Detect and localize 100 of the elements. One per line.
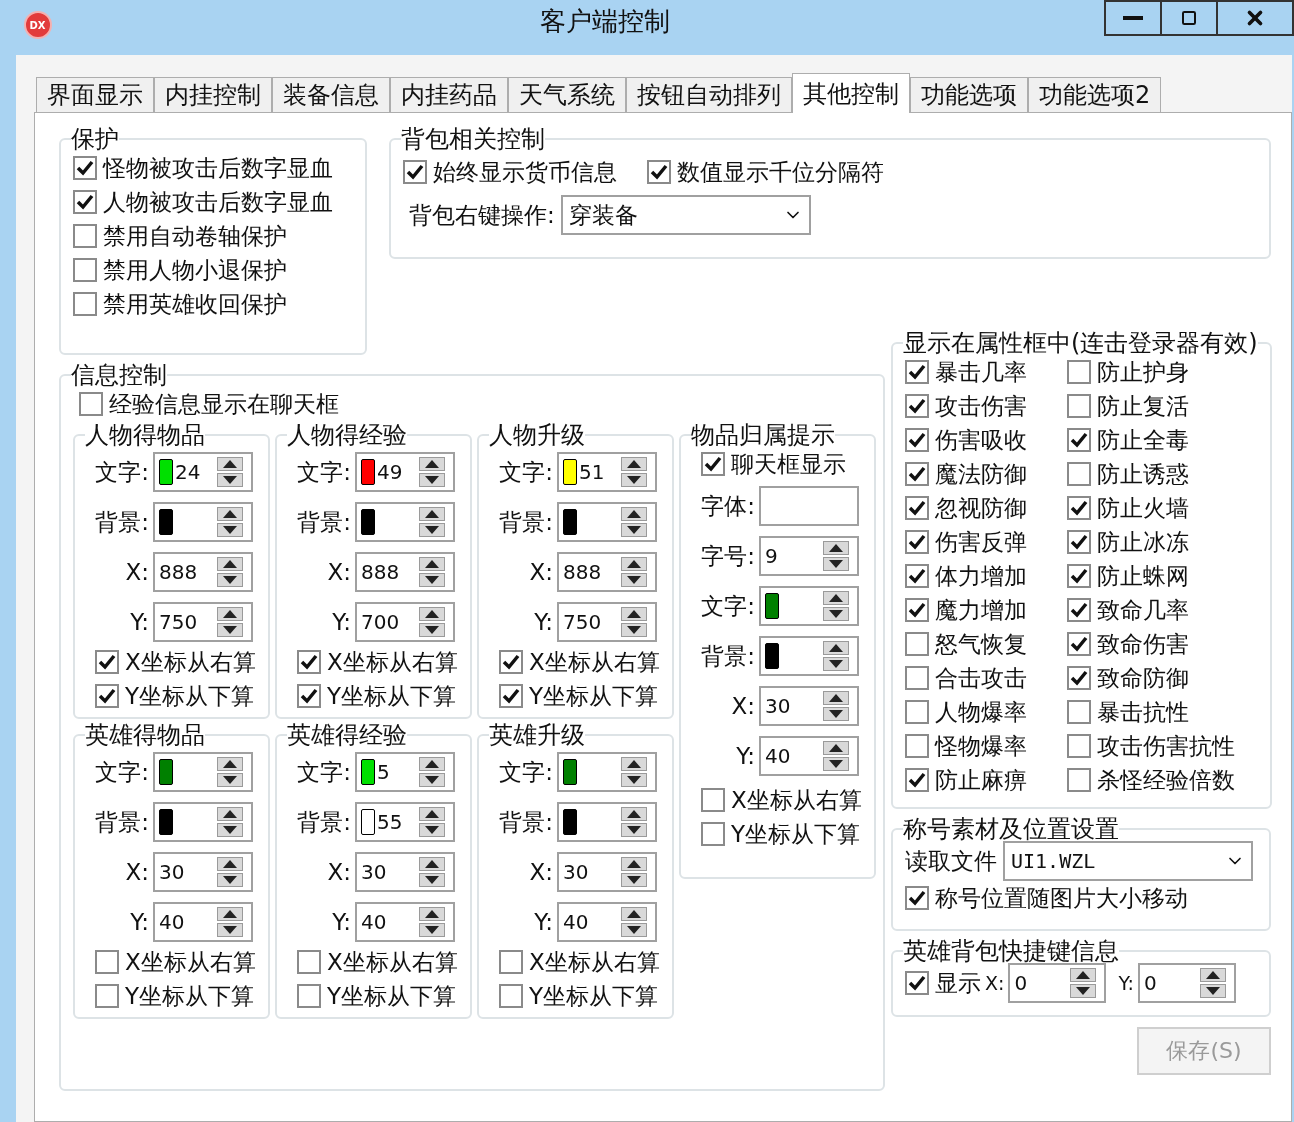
spin-field[interactable]: 888 <box>557 552 657 592</box>
spin-up-button[interactable] <box>621 807 647 821</box>
checkbox[interactable] <box>905 666 929 690</box>
spin-field[interactable]: 24 <box>153 452 253 492</box>
spin-field[interactable] <box>759 586 859 626</box>
checkbox[interactable] <box>701 452 725 476</box>
checkbox[interactable] <box>297 984 321 1008</box>
checkbox[interactable] <box>403 160 427 184</box>
tab[interactable]: 其他控制 <box>792 73 910 113</box>
spin-up-button[interactable] <box>217 857 243 871</box>
spin-up-button[interactable] <box>823 741 849 755</box>
checkbox[interactable] <box>95 684 119 708</box>
checkbox[interactable] <box>1067 428 1091 452</box>
checkbox[interactable] <box>499 984 523 1008</box>
spin-up-button[interactable] <box>419 757 445 771</box>
spin-up-button[interactable] <box>823 591 849 605</box>
spin-down-button[interactable] <box>621 623 647 637</box>
spin-up-button[interactable] <box>217 757 243 771</box>
checkbox[interactable] <box>1067 360 1091 384</box>
spin-down-button[interactable] <box>419 523 445 537</box>
spin-down-button[interactable] <box>419 823 445 837</box>
checkbox[interactable] <box>905 971 929 995</box>
spin-field[interactable]: 49 <box>355 452 455 492</box>
spin-up-button[interactable] <box>419 807 445 821</box>
spin-field[interactable] <box>557 752 657 792</box>
tab[interactable]: 内挂药品 <box>390 77 508 112</box>
spin-up-button[interactable] <box>621 757 647 771</box>
dropdown[interactable]: UI1.WZL <box>1003 841 1253 881</box>
checkbox[interactable] <box>905 768 929 792</box>
spin-field[interactable]: 5 <box>355 752 455 792</box>
tab[interactable]: 功能选项2 <box>1028 77 1162 112</box>
spin-down-button[interactable] <box>621 473 647 487</box>
spin-field[interactable]: 0 <box>1137 963 1236 1003</box>
checkbox[interactable] <box>1067 700 1091 724</box>
spin-down-button[interactable] <box>621 923 647 937</box>
checkbox[interactable] <box>1067 462 1091 486</box>
spin-field[interactable]: 51 <box>557 452 657 492</box>
checkbox[interactable] <box>1067 598 1091 622</box>
spin-field[interactable]: 750 <box>557 602 657 642</box>
spin-field[interactable]: 700 <box>355 602 455 642</box>
spin-down-button[interactable] <box>217 873 243 887</box>
spin-field[interactable] <box>557 802 657 842</box>
spin-up-button[interactable] <box>1070 968 1097 982</box>
checkbox[interactable] <box>701 788 725 812</box>
tab[interactable]: 界面显示 <box>36 77 154 112</box>
spin-down-button[interactable] <box>823 657 849 671</box>
spin-field[interactable] <box>557 502 657 542</box>
checkbox[interactable] <box>905 598 929 622</box>
spin-down-button[interactable] <box>419 473 445 487</box>
spin-up-button[interactable] <box>419 607 445 621</box>
checkbox[interactable] <box>79 392 103 416</box>
spin-down-button[interactable] <box>419 573 445 587</box>
dropdown[interactable]: 穿装备 <box>560 195 811 235</box>
spin-field[interactable]: 30 <box>153 852 253 892</box>
spin-down-button[interactable] <box>217 523 243 537</box>
checkbox[interactable] <box>73 224 97 248</box>
spin-down-button[interactable] <box>621 523 647 537</box>
spin-field[interactable] <box>153 502 253 542</box>
spin-up-button[interactable] <box>217 557 243 571</box>
spin-up-button[interactable] <box>823 691 849 705</box>
checkbox[interactable] <box>95 950 119 974</box>
spin-field[interactable]: 888 <box>355 552 455 592</box>
spin-down-button[interactable] <box>1199 984 1226 998</box>
spin-up-button[interactable] <box>621 607 647 621</box>
spin-up-button[interactable] <box>217 457 243 471</box>
spin-up-button[interactable] <box>419 907 445 921</box>
tab[interactable]: 装备信息 <box>272 77 390 112</box>
spin-down-button[interactable] <box>621 823 647 837</box>
checkbox[interactable] <box>73 190 97 214</box>
spin-up-button[interactable] <box>217 607 243 621</box>
checkbox[interactable] <box>1067 394 1091 418</box>
spin-field[interactable]: 30 <box>759 686 859 726</box>
spin-field[interactable]: 888 <box>153 552 253 592</box>
spin-field[interactable]: 40 <box>557 902 657 942</box>
spin-field[interactable]: 40 <box>153 902 253 942</box>
checkbox[interactable] <box>905 734 929 758</box>
tab[interactable]: 内挂控制 <box>154 77 272 112</box>
checkbox[interactable] <box>73 156 97 180</box>
checkbox[interactable] <box>905 360 929 384</box>
spin-field[interactable]: 750 <box>153 602 253 642</box>
checkbox[interactable] <box>905 394 929 418</box>
checkbox[interactable] <box>905 530 929 554</box>
spin-up-button[interactable] <box>823 641 849 655</box>
checkbox[interactable] <box>905 496 929 520</box>
checkbox[interactable] <box>905 632 929 656</box>
spin-field[interactable]: 30 <box>557 852 657 892</box>
tab[interactable]: 天气系统 <box>508 77 626 112</box>
checkbox[interactable] <box>1067 666 1091 690</box>
spin-down-button[interactable] <box>823 707 849 721</box>
tab[interactable]: 按钮自动排列 <box>626 77 792 112</box>
checkbox[interactable] <box>1067 496 1091 520</box>
spin-down-button[interactable] <box>419 623 445 637</box>
spin-field[interactable]: 9 <box>759 536 859 576</box>
spin-field[interactable]: 55 <box>355 802 455 842</box>
spin-up-button[interactable] <box>419 457 445 471</box>
checkbox[interactable] <box>905 428 929 452</box>
spin-field[interactable]: 0 <box>1008 963 1107 1003</box>
checkbox[interactable] <box>647 160 671 184</box>
spin-down-button[interactable] <box>621 573 647 587</box>
spin-up-button[interactable] <box>823 541 849 555</box>
